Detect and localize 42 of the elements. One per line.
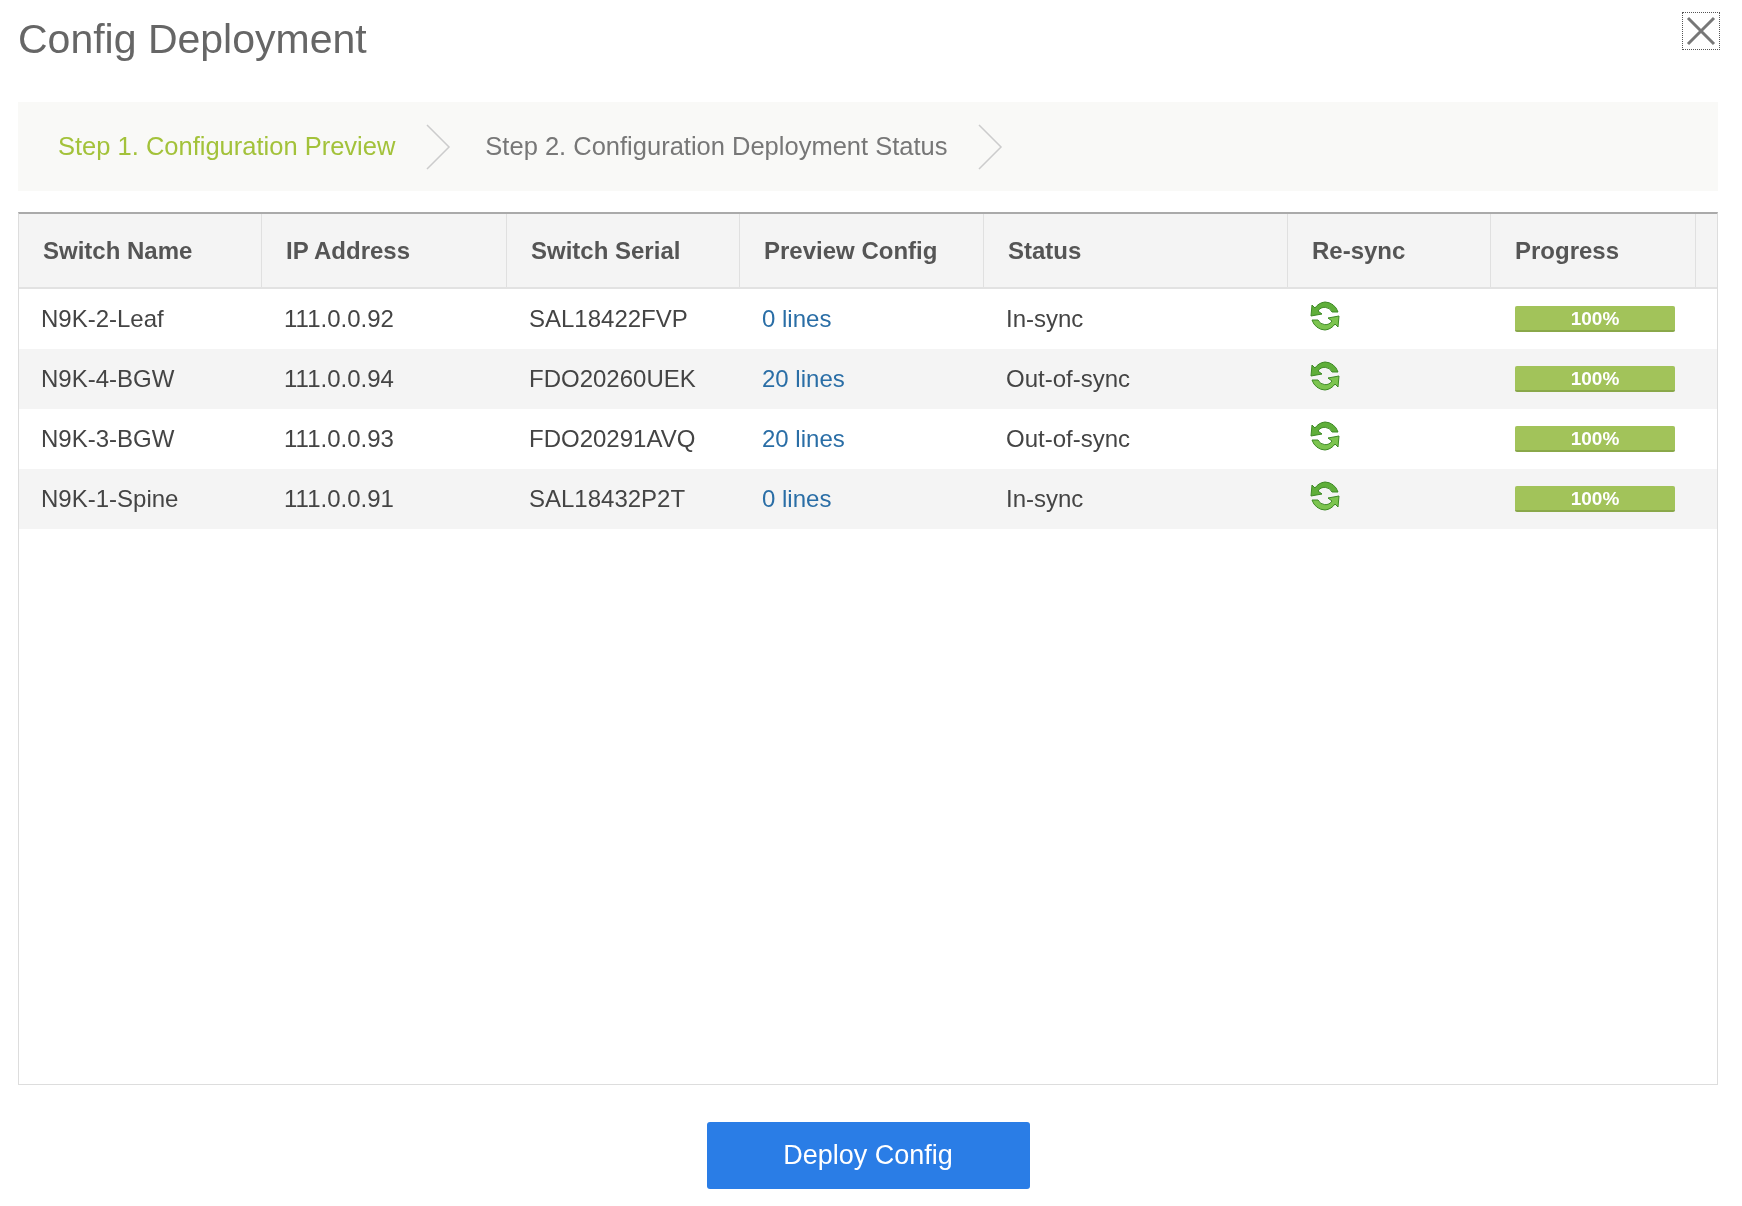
column-header: Status [984, 214, 1288, 287]
dialog-title: Config Deployment [18, 16, 367, 63]
progress-label: 100% [1569, 427, 1621, 451]
column-header: Progress [1491, 214, 1696, 287]
table-cell: SAL18432P2T [529, 485, 686, 513]
table-cell: FDO20260UEK [529, 365, 696, 393]
chevron-icon [977, 123, 1004, 170]
table-cell: N9K-3-BGW [41, 425, 175, 453]
refresh-icon[interactable] [1310, 420, 1340, 452]
preview-link[interactable]: 0 lines [762, 485, 832, 513]
progress-label: 100% [1569, 487, 1621, 511]
table-cell: 111.0.0.94 [284, 365, 394, 393]
chevron-icon [425, 123, 452, 170]
close-icon [1684, 14, 1718, 48]
table-cell: 111.0.0.92 [284, 305, 394, 333]
table-cell: N9K-4-BGW [41, 365, 175, 393]
preview-link[interactable]: 20 lines [762, 425, 845, 453]
table-cell: In-sync [1006, 305, 1084, 333]
refresh-icon[interactable] [1310, 480, 1340, 512]
table-cell: Out-of-sync [1006, 365, 1131, 393]
table-cell: FDO20291AVQ [529, 425, 696, 453]
refresh-icon[interactable] [1310, 300, 1340, 332]
step-tab[interactable]: Step 2. Configuration Deployment Status [485, 132, 948, 161]
column-header: IP Address [262, 214, 507, 287]
table-cell: SAL18422FVP [529, 305, 688, 333]
preview-link[interactable]: 20 lines [762, 365, 845, 393]
column-header: Preview Config [740, 214, 984, 287]
table-cell: N9K-2-Leaf [41, 305, 164, 333]
column-header: Re-sync [1288, 214, 1491, 287]
table-cell: In-sync [1006, 485, 1084, 513]
table-cell: 111.0.0.93 [284, 425, 394, 453]
close-button[interactable] [1682, 12, 1720, 50]
progress-label: 100% [1569, 367, 1621, 391]
progress-label: 100% [1569, 307, 1621, 331]
column-header: Switch Name [19, 214, 262, 287]
table-cell: N9K-1-Spine [41, 485, 179, 513]
deploy-button[interactable]: Deploy Config [706, 1122, 1030, 1189]
column-header: Switch Serial [507, 214, 740, 287]
refresh-icon[interactable] [1310, 360, 1340, 392]
table-cell: Out-of-sync [1006, 425, 1131, 453]
preview-link[interactable]: 0 lines [762, 305, 832, 333]
table-cell: 111.0.0.91 [284, 485, 394, 513]
